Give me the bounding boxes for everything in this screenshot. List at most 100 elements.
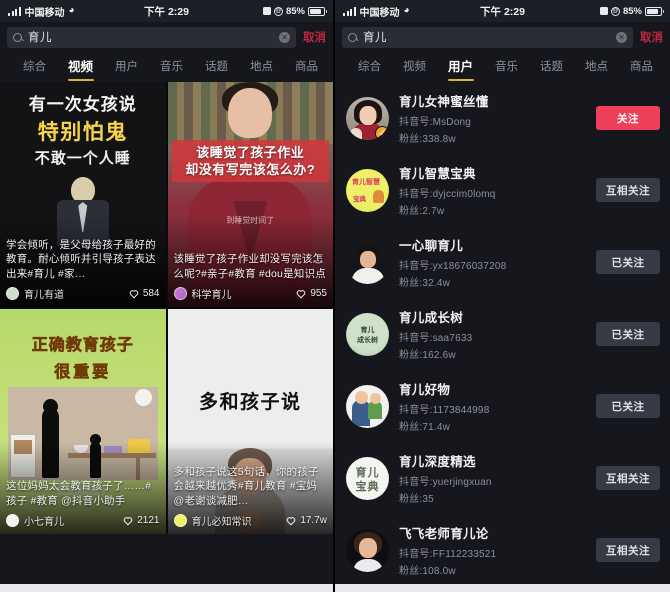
video-meta: 学会倾听，是父母给孩子最好的教育。耐心倾听并引导孩子表达出来#育儿 #家… 育儿…: [0, 233, 166, 307]
video-card[interactable]: 有一次女孩说 特别怕鬼 不敢一个人睡 学会倾听，是父母给孩子最好的教育。耐心倾听…: [0, 82, 166, 307]
user-douyin-id: 抖音号:yx18676037208: [399, 260, 507, 272]
video-card[interactable]: 多和孩子说 多和孩子说这5句话，你的孩子会越来越优秀#育儿教育 #宝妈 @老谢谈…: [167, 309, 334, 534]
user-douyin-id: 抖音号:MsDong: [399, 116, 472, 128]
follow-button[interactable]: 关注: [596, 106, 660, 130]
tab-zonghe[interactable]: 综合: [347, 52, 392, 82]
list-item[interactable]: 飞飞老师育儿论 抖音号:FF112233521 粉丝:108.0w 互相关注: [335, 514, 670, 586]
like-count-value: 2121: [137, 515, 160, 526]
tab-bar-left: 综合 视频 用户 音乐 话题 地点 商品: [0, 52, 333, 82]
video-meta: 这位妈妈太会教育孩子了……#孩子 #教育 @抖音小助手 小七育儿 2121: [0, 474, 166, 534]
screenshot-bottom-edge: [335, 584, 670, 592]
follow-button[interactable]: 互相关注: [596, 178, 660, 202]
avatar[interactable]: [6, 514, 19, 527]
user-info: 育儿好物 抖音号:1173844998 粉丝:71.4w: [399, 379, 586, 433]
tab-location[interactable]: 地点: [239, 52, 284, 82]
user-results-list[interactable]: ✓ 育儿女神蜜丝懂 抖音号:MsDong 粉丝:338.8w 关注 育儿智慧 宝典…: [335, 82, 670, 592]
phone-screenshot-video-tab: 中国移动 ◕ 下午 2:29 @ 85% 育儿 ✕ 取消 综合 视频 用户 音乐: [0, 0, 335, 592]
avatar[interactable]: [346, 384, 389, 428]
user-fans-count: 粉丝:108.0w: [399, 566, 456, 577]
video-caption: 这位妈妈太会教育孩子了……#孩子 #教育 @抖音小助手: [6, 480, 152, 507]
screenshot-bottom-edge: [0, 584, 333, 592]
list-item[interactable]: 育儿 成长树 育儿成长树 抖音号:saa7633 粉丝:162.6w 已关注: [335, 298, 670, 370]
user-name: 飞飞老师育儿论: [399, 527, 489, 541]
tab-location[interactable]: 地点: [574, 52, 619, 82]
user-name: 育儿深度精选: [399, 455, 476, 469]
user-info: 育儿成长树 抖音号:saa7633 粉丝:162.6w: [399, 307, 586, 361]
tab-product[interactable]: 商品: [619, 52, 664, 82]
tab-topic[interactable]: 话题: [194, 52, 239, 82]
avatar[interactable]: [173, 514, 187, 527]
cancel-button[interactable]: 取消: [640, 29, 663, 45]
user-name: 育儿女神蜜丝懂: [399, 95, 489, 109]
tab-zonghe[interactable]: 综合: [12, 52, 57, 82]
video-author-name[interactable]: 育儿必知常识: [192, 513, 252, 528]
user-fans-count: 粉丝:35: [399, 494, 434, 505]
user-info: 飞飞老师育儿论 抖音号:FF112233521 粉丝:108.0w: [399, 523, 586, 577]
video-results-grid: 有一次女孩说 特别怕鬼 不敢一个人睡 学会倾听，是父母给孩子最好的教育。耐心倾听…: [0, 82, 333, 534]
like-count: 584: [129, 288, 160, 299]
video-caption: 该睡觉了孩子作业却没写完该怎么呢?#亲子#教育 #dou是知识点: [173, 253, 326, 280]
user-douyin-id: 抖音号:FF112233521: [399, 548, 497, 560]
tab-music[interactable]: 音乐: [149, 52, 194, 82]
tab-music[interactable]: 音乐: [484, 52, 529, 82]
follow-button[interactable]: 已关注: [596, 394, 660, 418]
avatar[interactable]: [173, 287, 187, 300]
video-footer: 科学育儿 955: [173, 286, 327, 301]
avatar[interactable]: 育儿 宝典: [346, 456, 389, 500]
avatar[interactable]: [6, 287, 19, 300]
tab-video[interactable]: 视频: [57, 52, 104, 82]
user-fans-count: 粉丝:71.4w: [399, 422, 451, 433]
close-icon[interactable]: ✕: [616, 31, 627, 43]
like-count-value: 584: [142, 288, 160, 299]
user-fans-count: 粉丝:162.6w: [399, 350, 456, 361]
avatar[interactable]: 育儿 成长树: [346, 312, 389, 356]
user-douyin-id: 抖音号:saa7633: [399, 332, 473, 344]
list-item[interactable]: 育儿 宝典 育儿深度精选 抖音号:yuerjingxuan 粉丝:35 互相关注: [335, 442, 670, 514]
video-caption: 学会倾听，是父母给孩子最好的教育。耐心倾听并引导孩子表达出来#育儿 #家…: [6, 238, 156, 280]
avatar[interactable]: [346, 528, 389, 572]
follow-button[interactable]: 已关注: [596, 250, 660, 274]
cancel-button[interactable]: 取消: [303, 29, 326, 45]
video-author-name[interactable]: 小七育儿: [24, 513, 64, 528]
avatar[interactable]: ✓: [346, 96, 389, 140]
user-name: 育儿智慧宝典: [399, 167, 476, 181]
search-query-value: 育儿: [363, 32, 387, 44]
video-author-name[interactable]: 科学育儿: [192, 286, 232, 301]
follow-button[interactable]: 互相关注: [596, 466, 660, 490]
battery-icon: [645, 6, 664, 16]
tab-video[interactable]: 视频: [392, 52, 437, 82]
overlay-line-3: 不敢一个人睡: [34, 150, 131, 168]
follow-button[interactable]: 已关注: [596, 322, 660, 346]
list-item[interactable]: 一心聊育儿 抖音号:yx18676037208 粉丝:32.4w 已关注: [335, 226, 670, 298]
video-card[interactable]: 该睡觉了孩子作业 却没有写完该怎么办? 到睡觉时间了 该睡觉了孩子作业却没写完该…: [167, 82, 333, 307]
video-caption: 多和孩子说这5句话，你的孩子会越来越优秀#育儿教育 #宝妈 @老谢谈减肥…: [173, 465, 319, 507]
close-icon[interactable]: ✕: [279, 31, 290, 43]
avatar[interactable]: [346, 240, 389, 284]
video-card[interactable]: 正确教育孩子 很重要 快过来吃饭了 这位妈妈太会教育孩子了……#孩子 #教育 @…: [0, 309, 166, 534]
avatar[interactable]: 育儿智慧 宝典: [346, 168, 389, 212]
face-shape: [228, 88, 273, 138]
search-input[interactable]: 育儿 ✕: [7, 26, 296, 48]
tab-topic[interactable]: 话题: [529, 52, 574, 82]
overlay-line-2: 很重要: [54, 364, 112, 382]
status-bar-right: 中国移动 ◕ 下午 2:29 @ 85%: [335, 0, 670, 22]
thumbnail-overlay-text: 正确教育孩子 很重要: [0, 331, 166, 382]
follow-button[interactable]: 互相关注: [596, 538, 660, 562]
user-fans-count: 粉丝:32.4w: [399, 278, 451, 289]
list-item[interactable]: 育儿智慧 宝典 育儿智慧宝典 抖音号:dyjccim0lomq 粉丝:2.7w 互…: [335, 154, 670, 226]
tab-user[interactable]: 用户: [104, 52, 149, 82]
tab-product[interactable]: 商品: [284, 52, 329, 82]
user-name: 育儿好物: [399, 383, 451, 397]
heart-icon: [123, 516, 133, 526]
search-input[interactable]: 育儿 ✕: [342, 26, 633, 48]
user-name: 一心聊育儿: [399, 239, 464, 253]
video-author-name[interactable]: 育儿有道: [24, 286, 64, 301]
clock-label: 下午 2:29: [480, 5, 525, 18]
list-item[interactable]: 育儿好物 抖音号:1173844998 粉丝:71.4w 已关注: [335, 370, 670, 442]
tab-user[interactable]: 用户: [437, 52, 484, 82]
heart-icon: [296, 289, 306, 299]
video-meta: 多和孩子说这5句话，你的孩子会越来越优秀#育儿教育 #宝妈 @老谢谈减肥… 育儿…: [168, 460, 334, 534]
video-footer: 育儿有道 584: [6, 286, 160, 301]
user-name: 育儿成长树: [399, 311, 464, 325]
list-item[interactable]: ✓ 育儿女神蜜丝懂 抖音号:MsDong 粉丝:338.8w 关注: [335, 82, 670, 154]
